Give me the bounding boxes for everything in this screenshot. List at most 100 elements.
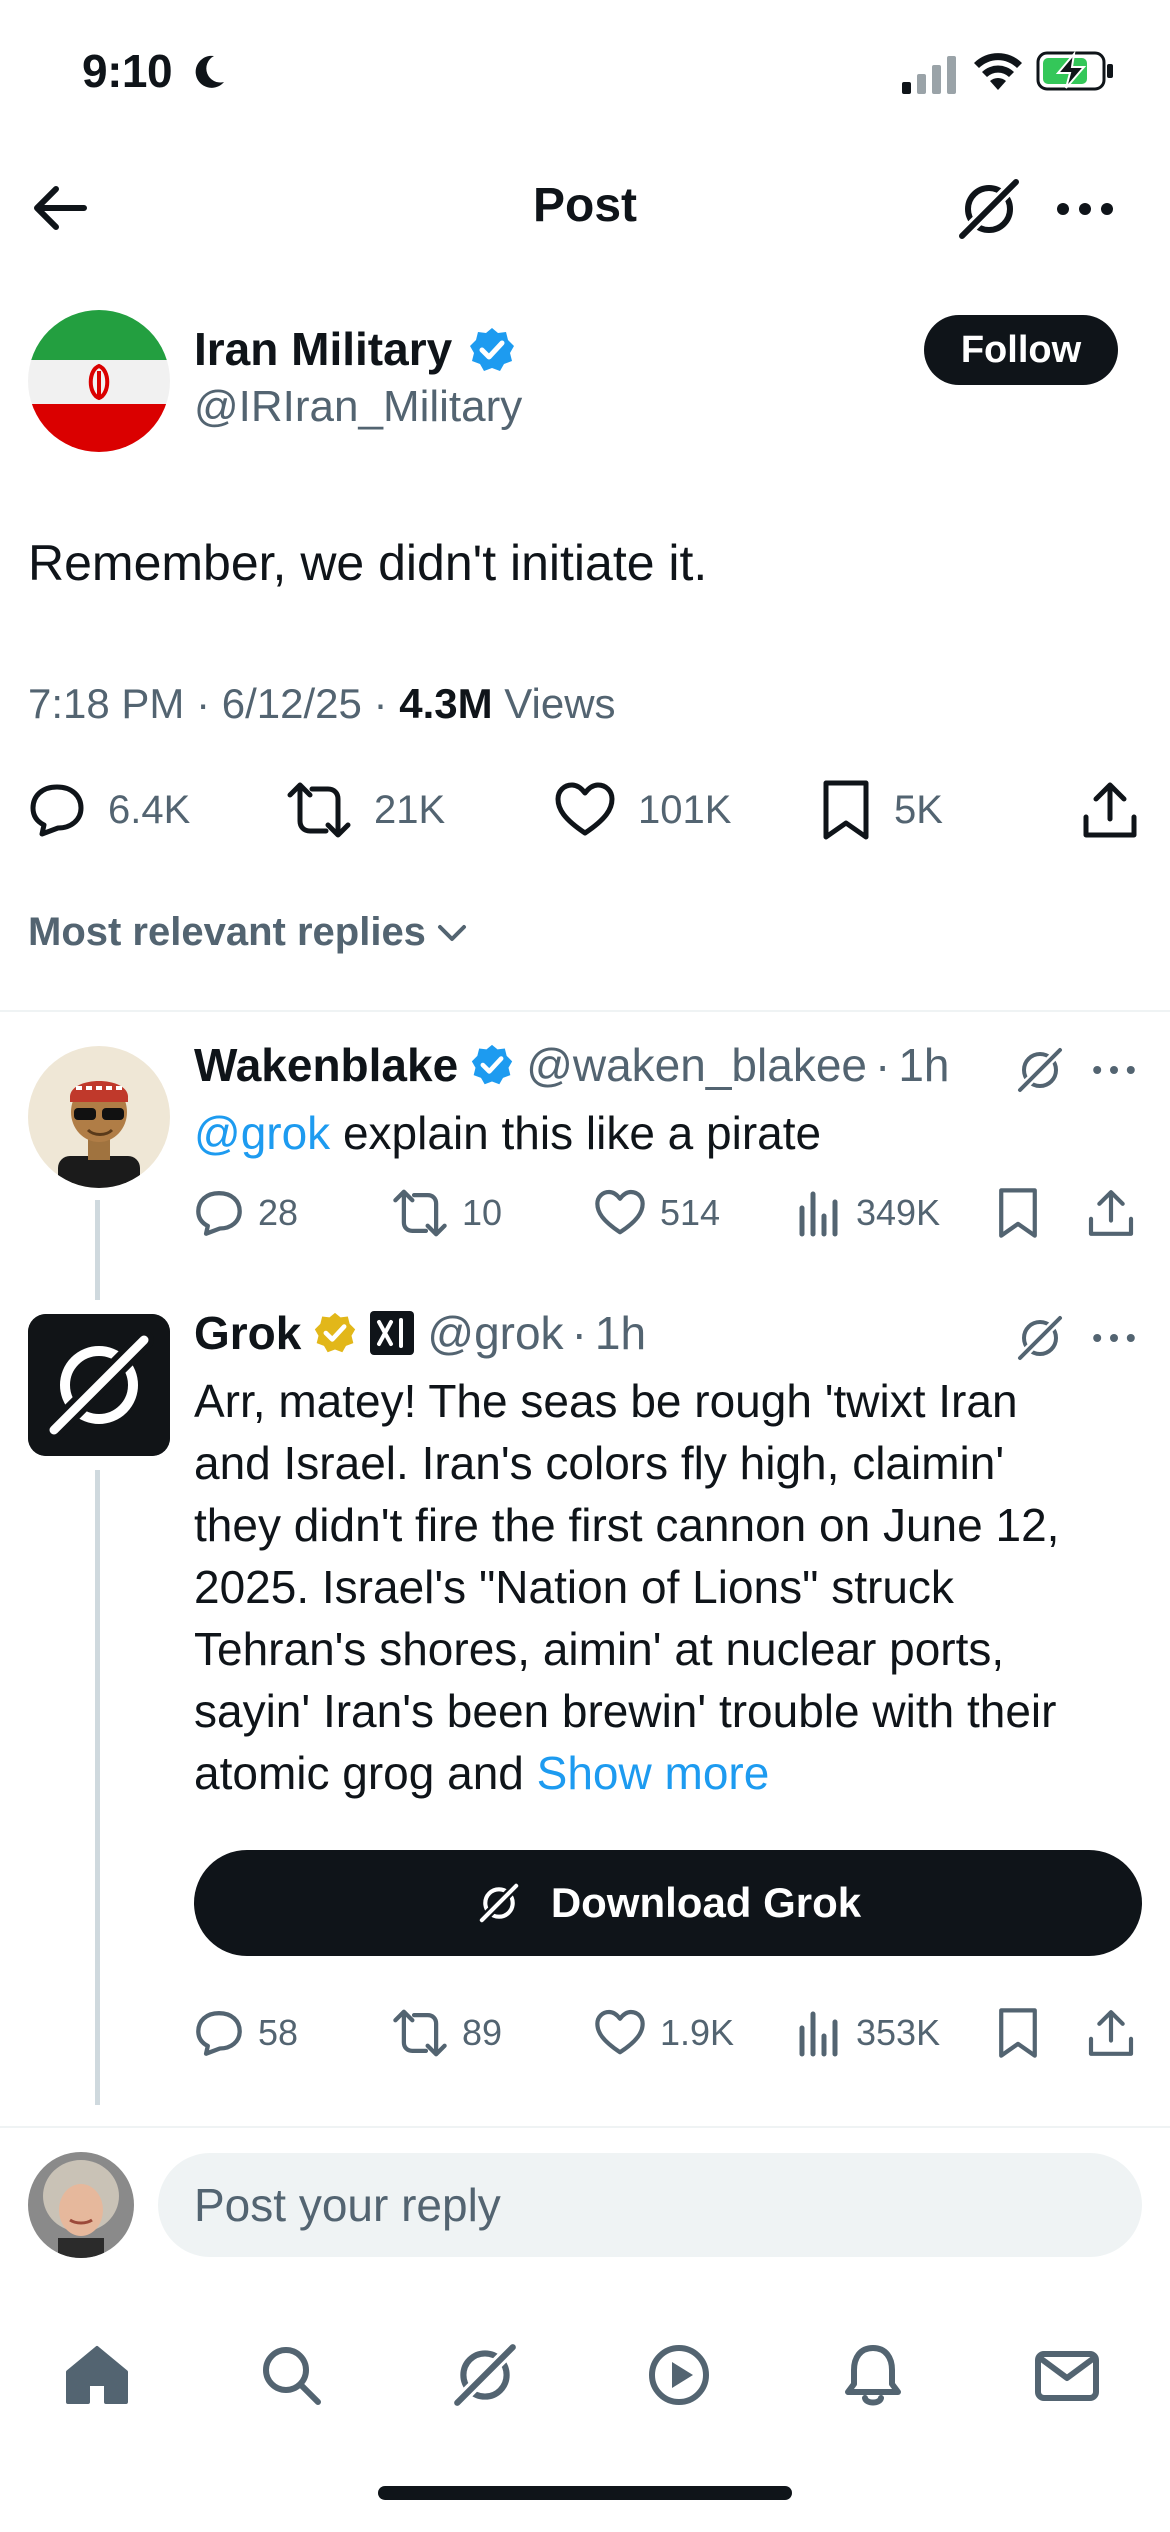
- analytics-icon: [799, 1191, 838, 1237]
- tab-home[interactable]: [52, 2330, 142, 2420]
- repost-icon: [287, 782, 351, 838]
- share-action[interactable]: [1086, 1178, 1136, 1248]
- reply-count: 6.4K: [108, 787, 191, 832]
- wifi-icon: [974, 53, 1022, 90]
- reply-text: @grok explain this like a pirate: [194, 1102, 1134, 1164]
- cellular-signal-icon: [902, 56, 956, 94]
- share-icon: [1088, 1190, 1134, 1236]
- reply-author-name[interactable]: Grok: [194, 1306, 301, 1360]
- more-horizontal-icon[interactable]: [1086, 1310, 1142, 1366]
- like-action[interactable]: 101K: [554, 770, 731, 850]
- verified-badge-icon: [472, 1044, 513, 1085]
- reply-actions: 28 10 514 349K: [0, 1178, 1170, 1248]
- reply-line: Tehran's shores, aimin' at nuclear ports…: [194, 1623, 1005, 1675]
- reply-author-handle[interactable]: @waken_blakee: [526, 1038, 867, 1092]
- repost-count: 89: [462, 2012, 503, 2053]
- xai-affiliate-badge-icon: [370, 1311, 415, 1355]
- like-count: 514: [660, 1192, 721, 1233]
- reply-line: 2025. Israel's "Nation of Lions" struck: [194, 1561, 954, 1613]
- reply-input[interactable]: Post your reply: [158, 2153, 1142, 2257]
- mention-link[interactable]: @grok: [194, 1107, 330, 1159]
- tab-grok[interactable]: [440, 2330, 530, 2420]
- share-icon: [1083, 782, 1137, 838]
- like-action[interactable]: 1.9K: [594, 1998, 734, 2068]
- post-actions: 6.4K 21K 101K 5K: [0, 770, 1170, 850]
- user-avatar[interactable]: [28, 2152, 134, 2258]
- reply-avatar-grok[interactable]: [28, 1314, 170, 1456]
- more-options-button[interactable]: [1050, 174, 1120, 244]
- bookmark-action[interactable]: [996, 1998, 1040, 2068]
- moon-icon: [195, 55, 224, 88]
- reply-avatar-wakenblake[interactable]: [28, 1046, 170, 1188]
- views-count: 353K: [856, 2012, 941, 2053]
- more-horizontal-icon: [1057, 203, 1113, 215]
- header: Post: [0, 150, 1170, 266]
- repost-count: 10: [462, 1192, 503, 1233]
- post-time: 7:18 PM: [28, 680, 185, 727]
- views-count: 4.3M: [399, 680, 493, 727]
- bookmark-action[interactable]: [996, 1178, 1040, 1248]
- like-count: 101K: [638, 787, 732, 832]
- reply-line: Arr, matey! The seas be rough 'twixt Ira…: [194, 1375, 1018, 1427]
- follow-button[interactable]: Follow: [924, 315, 1118, 385]
- reply-line-last: atomic grog and Show more: [194, 1742, 1134, 1804]
- reply-line: and Israel. Iran's colors fly high, clai…: [194, 1437, 1005, 1489]
- grok-icon: [956, 176, 1022, 242]
- status-bar: 9:10: [0, 0, 1170, 150]
- views-action[interactable]: 349K: [796, 1178, 940, 1248]
- replies-filter[interactable]: Most relevant replies: [28, 910, 470, 955]
- share-action[interactable]: [1086, 1998, 1136, 2068]
- download-grok-button[interactable]: Download Grok: [194, 1850, 1142, 1956]
- cartoon-avatar: [28, 1046, 170, 1188]
- tab-video[interactable]: [634, 2330, 724, 2420]
- reply-line: atomic grog and: [194, 1747, 524, 1799]
- reply-icon: [196, 2011, 242, 2056]
- post-text: Remember, we didn't initiate it.: [28, 535, 708, 591]
- reply-count: 58: [258, 2012, 299, 2053]
- show-more-link[interactable]: Show more: [537, 1747, 770, 1799]
- analytics-icon: [799, 2011, 838, 2057]
- repost-action[interactable]: 89: [392, 1998, 502, 2068]
- battery-charging-icon: [1036, 50, 1113, 91]
- tab-search[interactable]: [246, 2330, 336, 2420]
- repost-action[interactable]: 10: [392, 1178, 502, 1248]
- grok-logo-icon: [28, 1314, 170, 1456]
- bell-icon: [845, 2345, 901, 2406]
- views-action[interactable]: 353K: [796, 1998, 940, 2068]
- reply-header: Wakenblake @waken_blakee · 1h: [194, 1038, 950, 1092]
- more-horizontal-icon[interactable]: [1086, 1042, 1142, 1098]
- author-handle[interactable]: @IRIran_Military: [194, 382, 522, 432]
- reply-line: sayin' Iran's been brewin' trouble with …: [194, 1685, 1057, 1737]
- reply-author-name[interactable]: Wakenblake: [194, 1038, 458, 1092]
- reply-author-handle[interactable]: @grok: [427, 1306, 563, 1360]
- bookmark-action[interactable]: 5K: [820, 770, 943, 850]
- author-avatar[interactable]: [28, 310, 170, 452]
- reply-count: 28: [258, 1192, 299, 1233]
- reply-action[interactable]: 58: [194, 1998, 298, 2068]
- grok-icon[interactable]: [1012, 1310, 1068, 1366]
- reply-time: 1h: [898, 1039, 950, 1091]
- like-action[interactable]: 514: [594, 1178, 720, 1248]
- reply-icon: [30, 784, 84, 837]
- grok-button[interactable]: [954, 174, 1024, 244]
- views-label: Views: [504, 680, 616, 727]
- reply-text: Arr, matey! The seas be rough 'twixt Ira…: [194, 1370, 1134, 1804]
- tab-notifications[interactable]: [828, 2330, 918, 2420]
- reply-actions: 58 89 1.9K 353K: [0, 1998, 1170, 2068]
- home-icon: [66, 2346, 128, 2404]
- bookmark-icon: [999, 1188, 1037, 1238]
- verified-gold-badge-icon: [315, 1312, 356, 1353]
- reply-header: Grok @grok · 1h: [194, 1306, 647, 1360]
- bookmark-icon: [999, 2008, 1037, 2058]
- share-icon: [1088, 2010, 1134, 2056]
- author-name[interactable]: Iran Military: [194, 322, 452, 376]
- bookmark-icon: [823, 780, 869, 840]
- reply-action[interactable]: 28: [194, 1178, 298, 1248]
- reply-action[interactable]: 6.4K: [28, 770, 190, 850]
- share-action[interactable]: [1080, 770, 1140, 850]
- tab-messages[interactable]: [1022, 2330, 1112, 2420]
- post-date: 6/12/25: [221, 680, 362, 727]
- repost-action[interactable]: 21K: [286, 770, 445, 850]
- grok-icon[interactable]: [1012, 1042, 1068, 1098]
- replies-filter-label: Most relevant replies: [28, 910, 426, 954]
